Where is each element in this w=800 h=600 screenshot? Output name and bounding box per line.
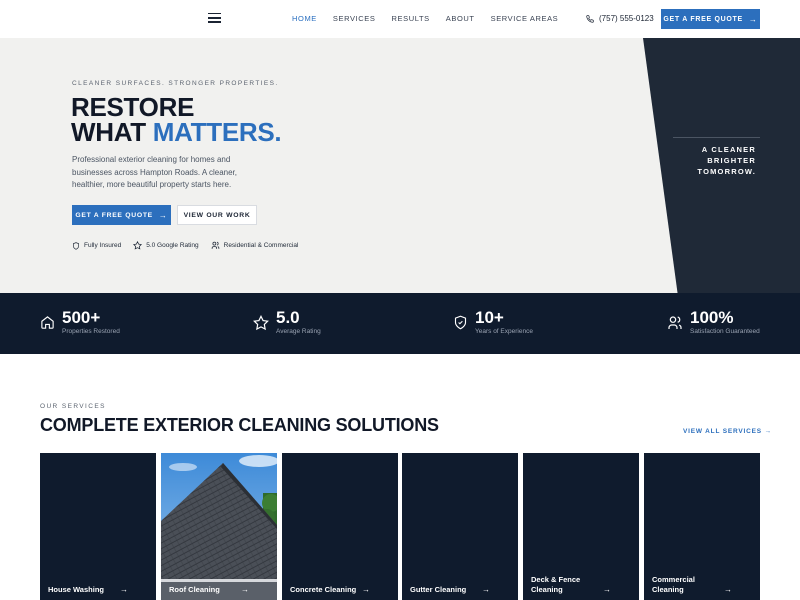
- arrow-right-icon: →: [158, 210, 168, 220]
- service-card-house-washing[interactable]: House Washing →: [40, 453, 156, 600]
- shield-check-icon: [454, 315, 467, 330]
- stat-experience: 10+ Years of Experience: [453, 309, 533, 335]
- arrow-right-icon: →: [241, 585, 249, 594]
- service-card-label: Gutter Cleaning: [410, 584, 467, 594]
- service-cards: House Washing → Roof Cleaning → Concrete…: [40, 453, 760, 600]
- badge-insured-label: Fully Insured: [84, 242, 122, 249]
- view-all-label: VIEW ALL SERVICES: [683, 428, 762, 435]
- trust-badges: Fully Insured 5.0 Google Rating Resident…: [72, 241, 310, 250]
- hero-title-accent: MATTERS.: [152, 117, 282, 147]
- stat-value: 100%: [690, 308, 734, 327]
- service-card-commercial-cleaning[interactable]: Commercial Cleaning →: [644, 453, 760, 600]
- stats-bar: 500+ Properties Restored 5.0 Average Rat…: [0, 293, 800, 354]
- stat-value: 500+: [62, 308, 101, 327]
- hero-side-line-1: A CLEANER: [701, 145, 756, 154]
- stat-satisfaction: 100% Satisfaction Guaranteed: [667, 309, 760, 335]
- site-header: HOME SERVICES RESULTS ABOUT SERVICE AREA…: [0, 0, 800, 38]
- services-title: COMPLETE EXTERIOR CLEANING SOLUTIONS: [40, 415, 439, 435]
- arrow-right-icon: →: [482, 585, 490, 594]
- hero-side-text: A CLEANER BRIGHTER TOMORROW.: [697, 144, 756, 177]
- nav-about[interactable]: ABOUT: [446, 14, 475, 23]
- hero-divider: [673, 137, 760, 138]
- service-card-concrete-cleaning[interactable]: Concrete Cleaning →: [282, 453, 398, 600]
- service-card-label: Deck & Fence Cleaning: [531, 575, 581, 594]
- stat-value: 5.0: [276, 308, 300, 327]
- stat-properties: 500+ Properties Restored: [40, 309, 120, 335]
- view-all-services-link[interactable]: VIEW ALL SERVICES →: [683, 428, 772, 435]
- hero-side-line-3: TOMORROW.: [697, 167, 756, 176]
- service-card-deck-fence-cleaning[interactable]: Deck & Fence Cleaning →: [523, 453, 639, 600]
- stat-label: Average Rating: [276, 328, 321, 335]
- service-card-label: Roof Cleaning: [169, 584, 220, 594]
- phone-link[interactable]: (757) 555-0123: [586, 14, 654, 23]
- hero-title-what: WHAT: [71, 117, 153, 147]
- arrow-right-icon: →: [724, 585, 732, 594]
- hero-title-line-2: WHAT MATTERS.: [71, 117, 282, 147]
- view-work-button[interactable]: VIEW OUR WORK: [177, 205, 257, 225]
- phone-number: (757) 555-0123: [599, 14, 654, 23]
- hero-title: RESTORE WHAT MATTERS.: [71, 94, 282, 147]
- hero-side-line-2: BRIGHTER: [707, 156, 756, 165]
- badge-insured: Fully Insured: [72, 241, 122, 250]
- arrow-right-icon: →: [362, 585, 370, 594]
- header-quote-label: GET A FREE QUOTE: [663, 15, 743, 23]
- nav-home[interactable]: HOME: [292, 14, 317, 23]
- badge-rating-label: 5.0 Google Rating: [146, 242, 199, 249]
- phone-icon: [586, 14, 594, 23]
- hero-quote-button[interactable]: GET A FREE QUOTE →: [72, 205, 171, 225]
- star-icon: [253, 315, 269, 331]
- menu-icon[interactable]: [208, 13, 221, 23]
- header-quote-button[interactable]: GET A FREE QUOTE →: [661, 9, 760, 29]
- main-nav: HOME SERVICES RESULTS ABOUT SERVICE AREA…: [292, 14, 574, 23]
- service-card-roof-cleaning[interactable]: Roof Cleaning →: [161, 453, 277, 600]
- nav-services[interactable]: SERVICES: [333, 14, 376, 23]
- service-card-gutter-cleaning[interactable]: Gutter Cleaning →: [402, 453, 518, 600]
- hero-section: A CLEANER BRIGHTER TOMORROW. CLEANER SUR…: [0, 38, 800, 293]
- arrow-right-icon: →: [748, 14, 758, 24]
- stat-label: Years of Experience: [475, 328, 533, 335]
- star-icon: [133, 241, 143, 250]
- service-card-label: Concrete Cleaning: [290, 584, 357, 594]
- nav-results[interactable]: RESULTS: [392, 14, 430, 23]
- arrow-right-icon: →: [764, 428, 772, 435]
- badge-rating: 5.0 Google Rating: [133, 241, 199, 250]
- hero-description: Professional exterior cleaning for homes…: [72, 155, 237, 189]
- arrow-right-icon: →: [603, 585, 611, 594]
- stat-label: Properties Restored: [62, 328, 120, 335]
- stat-value: 10+: [475, 308, 504, 327]
- users-icon: [668, 316, 682, 329]
- users-icon: [211, 241, 219, 249]
- arrow-right-icon: →: [120, 585, 128, 594]
- roof-photo: [161, 453, 277, 600]
- badge-residential: Residential & Commercial: [211, 241, 299, 250]
- badge-residential-label: Residential & Commercial: [223, 242, 299, 249]
- hero-quote-label: GET A FREE QUOTE: [75, 211, 153, 219]
- home-icon: [41, 316, 54, 329]
- stat-label: Satisfaction Guaranteed: [690, 328, 760, 335]
- hero-kicker: CLEANER SURFACES. STRONGER PROPERTIES.: [72, 80, 279, 87]
- nav-service-areas[interactable]: SERVICE AREAS: [491, 14, 559, 23]
- services-kicker: OUR SERVICES: [40, 403, 106, 410]
- service-card-label: House Washing: [48, 584, 104, 594]
- shield-icon: [73, 241, 79, 250]
- service-card-label: Commercial Cleaning: [652, 575, 695, 594]
- stat-rating: 5.0 Average Rating: [253, 309, 321, 335]
